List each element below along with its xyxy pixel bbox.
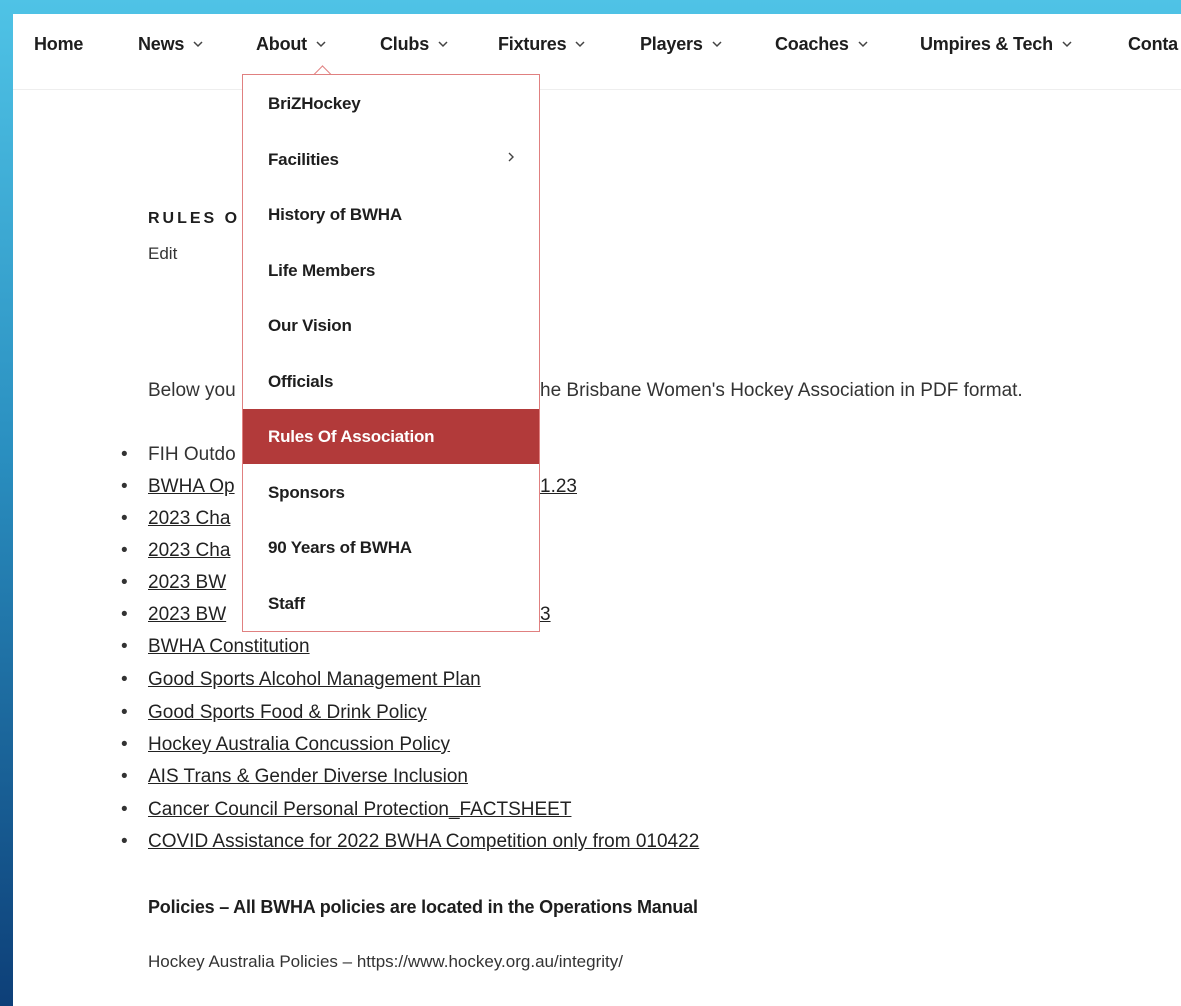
nav-players[interactable]: Players bbox=[640, 32, 723, 56]
edit-link[interactable]: Edit bbox=[148, 244, 177, 264]
nav-fixtures[interactable]: Fixtures bbox=[498, 32, 586, 56]
web-page: Home News About Clubs Fixtures Players C… bbox=[13, 14, 1181, 1006]
chevron-down-icon bbox=[437, 39, 449, 49]
nav-clubs-label: Clubs bbox=[380, 33, 430, 54]
nav-about[interactable]: About bbox=[256, 32, 327, 56]
menu-item-life-members[interactable]: Life Members bbox=[243, 243, 539, 298]
menu-item-our-vision[interactable]: Our Vision bbox=[243, 298, 539, 353]
menu-item-history-of-bwha[interactable]: History of BWHA bbox=[243, 187, 539, 242]
chevron-right-icon bbox=[507, 150, 515, 168]
nav-players-label: Players bbox=[640, 33, 703, 54]
chevron-down-icon bbox=[574, 39, 586, 49]
list-item-link[interactable]: 2023 Cha bbox=[148, 508, 230, 530]
nav-umpires-tech[interactable]: Umpires & Tech bbox=[920, 32, 1073, 56]
menu-item-label: Facilities bbox=[268, 149, 339, 169]
intro-text-left: Below you bbox=[148, 380, 236, 401]
hockey-australia-policies-text: Hockey Australia Policies – https://www.… bbox=[148, 952, 623, 971]
list-item-link[interactable]: BWHA Constitution bbox=[148, 636, 310, 658]
nav-about-label: About bbox=[256, 33, 307, 54]
list-item-link[interactable]: AIS Trans & Gender Diverse Inclusion bbox=[148, 766, 468, 788]
list-item-link[interactable]: COVID Assistance for 2022 BWHA Competiti… bbox=[148, 831, 699, 853]
menu-item-label: Life Members bbox=[268, 260, 376, 280]
intro-text-right: he Brisbane Women's Hockey Association i… bbox=[540, 380, 1023, 401]
nav-coaches[interactable]: Coaches bbox=[775, 32, 869, 56]
menu-item-label: Staff bbox=[268, 593, 305, 613]
chevron-down-icon bbox=[857, 39, 869, 49]
nav-umpires-tech-label: Umpires & Tech bbox=[920, 33, 1053, 54]
nav-contact[interactable]: Conta bbox=[1128, 32, 1178, 56]
list-item-link[interactable]: 2023 BW bbox=[148, 572, 226, 594]
list-item-link[interactable]: 2023 BW bbox=[148, 604, 226, 626]
menu-item-sponsors[interactable]: Sponsors bbox=[243, 465, 539, 520]
nav-home-label: Home bbox=[34, 33, 84, 54]
list-item-link[interactable]: Good Sports Food & Drink Policy bbox=[148, 702, 427, 724]
about-dropdown-menu: BriZHockey Facilities History of BWHA Li… bbox=[242, 74, 540, 632]
chevron-down-icon bbox=[1061, 39, 1073, 49]
list-item-link[interactable]: Hockey Australia Concussion Policy bbox=[148, 734, 450, 756]
menu-item-staff[interactable]: Staff bbox=[243, 576, 539, 631]
menu-item-label: Rules Of Association bbox=[268, 426, 435, 446]
policies-heading: Policies – All BWHA policies are located… bbox=[148, 897, 698, 917]
nav-clubs[interactable]: Clubs bbox=[380, 32, 449, 56]
list-item-link[interactable]: 2023 Cha bbox=[148, 540, 230, 562]
menu-item-label: 90 Years of BWHA bbox=[268, 537, 412, 557]
chevron-down-icon bbox=[192, 39, 204, 49]
menu-item-facilities[interactable]: Facilities bbox=[243, 132, 539, 187]
menu-item-brizhockey[interactable]: BriZHockey bbox=[243, 76, 539, 131]
list-item-link-fragment[interactable]: 3 bbox=[540, 604, 551, 626]
nav-fixtures-label: Fixtures bbox=[498, 33, 567, 54]
menu-item-officials[interactable]: Officials bbox=[243, 354, 539, 409]
menu-item-label: BriZHockey bbox=[268, 93, 361, 113]
nav-contact-label: Conta bbox=[1128, 33, 1178, 54]
menu-item-label: Our Vision bbox=[268, 315, 352, 335]
menu-item-label: History of BWHA bbox=[268, 204, 402, 224]
nav-news-label: News bbox=[138, 33, 185, 54]
main-navigation: Home News About Clubs Fixtures Players C… bbox=[13, 14, 1181, 90]
nav-home[interactable]: Home bbox=[34, 32, 83, 56]
list-item-text: FIH Outdo bbox=[148, 444, 236, 465]
nav-coaches-label: Coaches bbox=[775, 33, 849, 54]
list-item-link-fragment[interactable]: 1.23 bbox=[540, 476, 577, 498]
chevron-down-icon bbox=[711, 39, 723, 49]
list-item-link[interactable]: BWHA Op bbox=[148, 476, 235, 498]
nav-news[interactable]: News bbox=[138, 32, 204, 56]
menu-item-rules-of-association[interactable]: Rules Of Association bbox=[243, 409, 539, 464]
menu-item-label: Officials bbox=[268, 371, 334, 391]
menu-item-label: Sponsors bbox=[268, 482, 345, 502]
page-title: RULES O bbox=[148, 210, 241, 227]
menu-item-90-years-of-bwha[interactable]: 90 Years of BWHA bbox=[243, 520, 539, 575]
list-item-link[interactable]: Cancer Council Personal Protection_FACTS… bbox=[148, 799, 571, 821]
list-item-link[interactable]: Good Sports Alcohol Management Plan bbox=[148, 669, 481, 691]
chevron-down-icon bbox=[315, 39, 327, 49]
